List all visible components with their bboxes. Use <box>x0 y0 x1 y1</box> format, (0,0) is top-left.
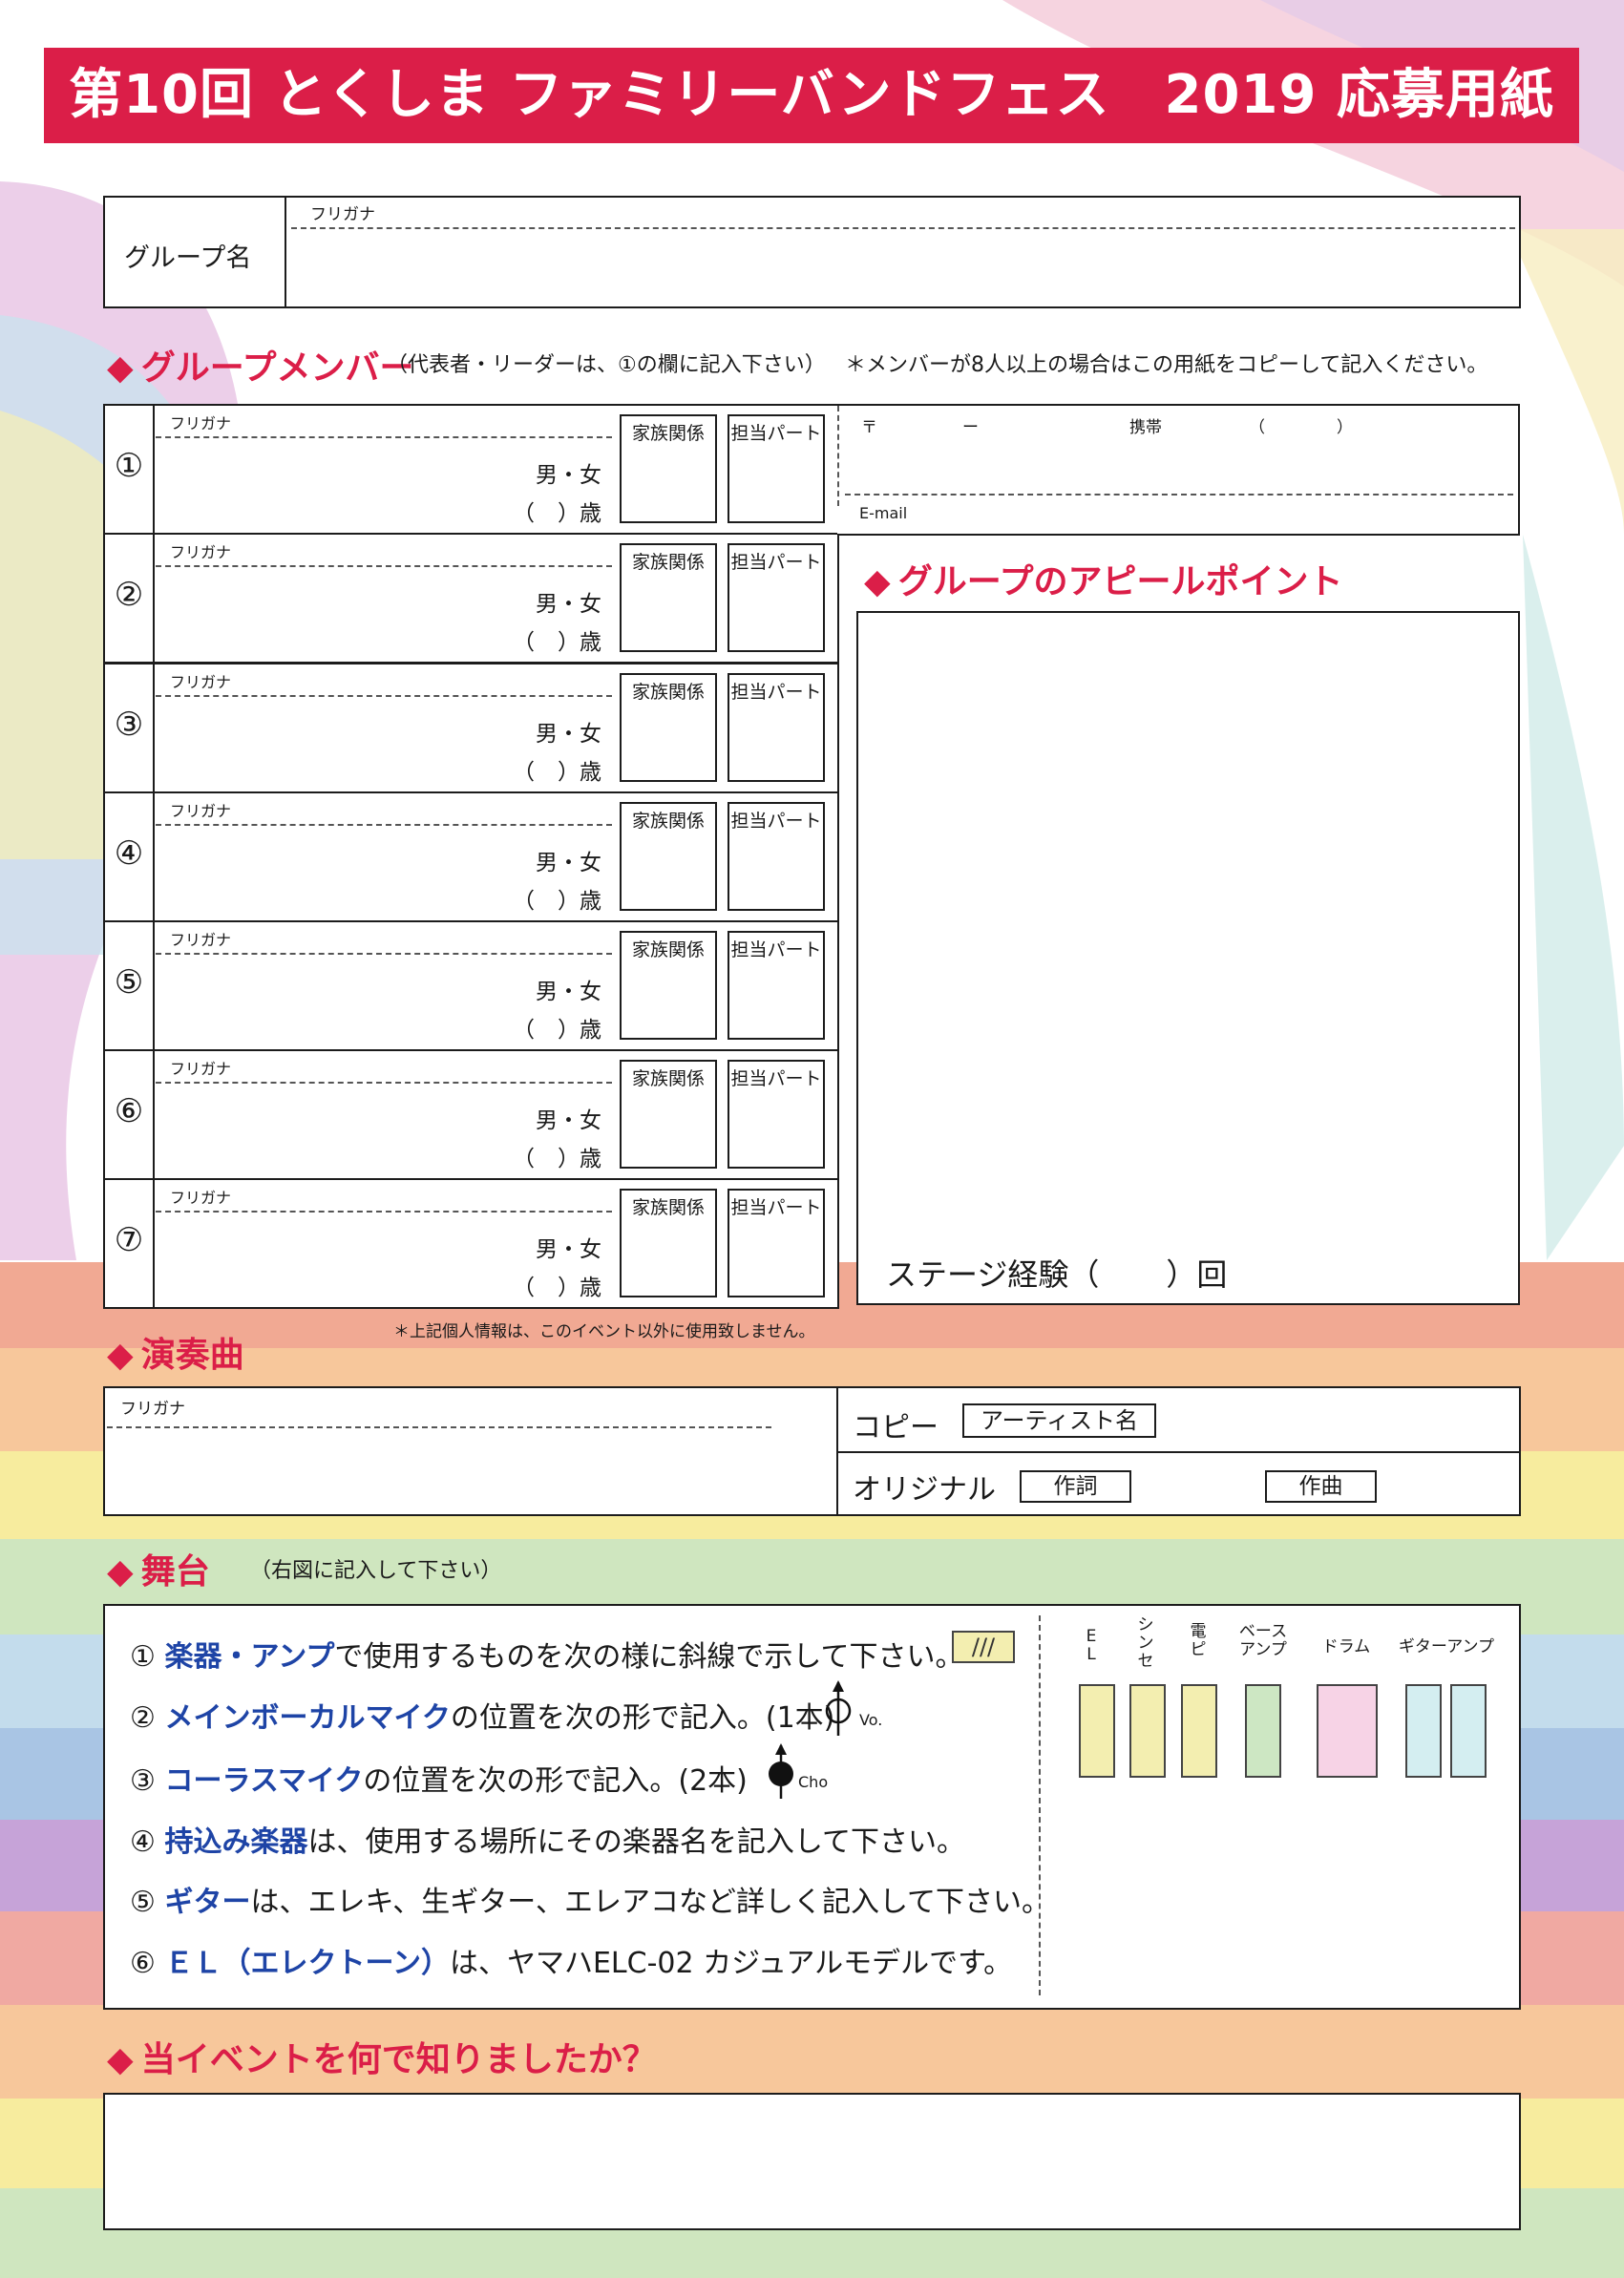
member-age[interactable]: （）歳 <box>496 623 601 656</box>
drum-instrument[interactable] <box>1317 1684 1378 1778</box>
member-furigana: フリガナ <box>170 931 232 949</box>
guitar-amp-1[interactable] <box>1405 1684 1442 1778</box>
member-family-label: 家族関係 <box>631 552 705 573</box>
song-heading: ◆ 演奏曲 <box>107 1336 244 1375</box>
stage-instruction-item: ④ 持込み楽器は、使用する場所にその楽器名を記入して下さい。 <box>130 1825 965 1859</box>
group-name-input[interactable] <box>291 231 1515 304</box>
guitar-amp-2[interactable] <box>1450 1684 1487 1778</box>
member-family-label: 家族関係 <box>631 423 705 444</box>
member-number: ⑥ <box>114 1092 144 1130</box>
stage-instruction-item: ⑥ ＥＬ（エレクトーン）は、ヤマハELC-02 カジュアルモデルです。 <box>130 1947 1013 1980</box>
member-gender[interactable]: 男・女 <box>496 456 601 489</box>
member-name-input[interactable] <box>158 1086 520 1133</box>
members-note-leader: （代表者・リーダーは、①の欄に記入下さい） <box>387 353 826 377</box>
member-name-input[interactable] <box>158 440 520 488</box>
member-part-label: 担当パート <box>730 552 822 573</box>
stage-instruction-item: ⑤ ギターは、エレキ、生ギター、エレアコなど詳しく記入して下さい。 <box>130 1886 1051 1919</box>
member-furigana: フリガナ <box>170 543 232 561</box>
member-furigana: フリガナ <box>170 1189 232 1207</box>
lyrics-box[interactable]: 作詞 <box>1020 1470 1131 1503</box>
legend-bass: ベース アンプ <box>1238 1622 1288 1659</box>
member-furigana: フリガナ <box>170 673 232 691</box>
member-furigana: フリガナ <box>170 1060 232 1078</box>
member-number: ② <box>114 576 144 614</box>
appeal-heading: ◆ グループのアピールポイント <box>864 562 1343 601</box>
group-name-label: グループ名 <box>124 243 252 273</box>
chorus-mic-label: Cho <box>798 1773 829 1791</box>
member-age[interactable]: （）歳 <box>496 495 601 527</box>
group-name-furigana: フリガナ <box>310 205 375 224</box>
member-name-input[interactable] <box>158 828 520 875</box>
artist-box[interactable]: アーティスト名 <box>962 1403 1156 1438</box>
stage-instruction-item: ① 楽器・アンプで使用するものを次の様に斜線で示して下さい。 <box>130 1640 964 1674</box>
bass-amp-instrument[interactable] <box>1245 1684 1281 1778</box>
member-part-label: 担当パート <box>730 1068 822 1089</box>
member-age[interactable]: （）歳 <box>496 882 601 915</box>
legend-synth: シンセ <box>1137 1615 1154 1671</box>
member-name-input[interactable] <box>158 569 520 617</box>
member-furigana: フリガナ <box>170 414 232 432</box>
member-gender[interactable]: 男・女 <box>496 1102 601 1134</box>
member-name-input[interactable] <box>158 957 520 1004</box>
chorus-mic-icon <box>769 1743 793 1799</box>
member-family-label: 家族関係 <box>631 1068 705 1089</box>
member-gender[interactable]: 男・女 <box>496 585 601 618</box>
member-family-label: 家族関係 <box>631 939 705 960</box>
legend-guitar-amp: ギターアンプ <box>1398 1637 1495 1656</box>
members-note-copy: ＊メンバーが8人以上の場合はこの用紙をコピーして記入ください。 <box>845 353 1488 377</box>
member-part-label: 担当パート <box>730 1197 822 1218</box>
member-part-label: 担当パート <box>730 811 822 832</box>
legend-el: EL <box>1086 1627 1097 1664</box>
source-textarea[interactable] <box>103 2093 1521 2230</box>
song-furigana: フリガナ <box>120 1400 185 1419</box>
member-family-label: 家族関係 <box>631 811 705 832</box>
legend-drum: ドラム <box>1321 1637 1371 1656</box>
member-age[interactable]: （）歳 <box>496 753 601 786</box>
legend-piano: 電ピ <box>1190 1622 1207 1659</box>
member-number: ③ <box>114 706 144 744</box>
member-age[interactable]: （）歳 <box>496 1011 601 1044</box>
el-instrument[interactable] <box>1079 1684 1115 1778</box>
stage-instruction-item: ③ コーラスマイクの位置を次の形で記入。(2本) <box>130 1764 748 1798</box>
song-title-input[interactable] <box>107 1432 833 1512</box>
members-heading: ◆ グループメンバー <box>107 348 414 388</box>
slash-sample: /// <box>952 1631 1015 1663</box>
stage-experience: ステージ経験（ ）回 <box>886 1256 1228 1293</box>
member-gender[interactable]: 男・女 <box>496 715 601 748</box>
member-gender[interactable]: 男・女 <box>496 844 601 876</box>
stage-note: （右図に記入して下さい） <box>250 1559 502 1583</box>
member-part-label: 担当パート <box>730 939 822 960</box>
member-number: ① <box>114 447 144 485</box>
member-furigana: フリガナ <box>170 802 232 820</box>
member-number: ④ <box>114 834 144 873</box>
piano-instrument[interactable] <box>1181 1684 1217 1778</box>
member-number: ⑤ <box>114 963 144 1002</box>
member-number: ⑦ <box>114 1221 144 1259</box>
member-gender[interactable]: 男・女 <box>496 973 601 1005</box>
stage-heading: ◆ 舞台 <box>107 1552 210 1592</box>
vocal-mic-label: Vo. <box>859 1711 883 1729</box>
member-family-label: 家族関係 <box>631 1197 705 1218</box>
member-family-label: 家族関係 <box>631 682 705 703</box>
copy-label: コピー <box>853 1411 939 1445</box>
vocal-mic-icon <box>825 1680 852 1736</box>
stage-instruction-item: ② メインボーカルマイクの位置を次の形で記入。(1本) <box>130 1701 835 1735</box>
member-age[interactable]: （）歳 <box>496 1269 601 1301</box>
member-part-label: 担当パート <box>730 423 822 444</box>
original-label: オリジナル <box>853 1473 996 1507</box>
member-part-label: 担当パート <box>730 682 822 703</box>
member-name-input[interactable] <box>158 699 520 747</box>
address-input[interactable] <box>845 434 1513 492</box>
privacy-note: ＊上記個人情報は、このイベント以外に使用致しません。 <box>393 1322 815 1341</box>
synth-instrument[interactable] <box>1129 1684 1166 1778</box>
page-title: 第10回 とくしま ファミリーバンドフェス 2019 応募用紙 <box>44 48 1579 143</box>
email-label: E-mail <box>859 504 908 522</box>
member-name-input[interactable] <box>158 1214 520 1262</box>
member-gender[interactable]: 男・女 <box>496 1231 601 1263</box>
member-age[interactable]: （）歳 <box>496 1140 601 1172</box>
music-box[interactable]: 作曲 <box>1265 1470 1377 1503</box>
appeal-textarea[interactable] <box>856 611 1520 1305</box>
source-heading: ◆ 当イベントを何で知りましたか？ <box>107 2040 657 2079</box>
